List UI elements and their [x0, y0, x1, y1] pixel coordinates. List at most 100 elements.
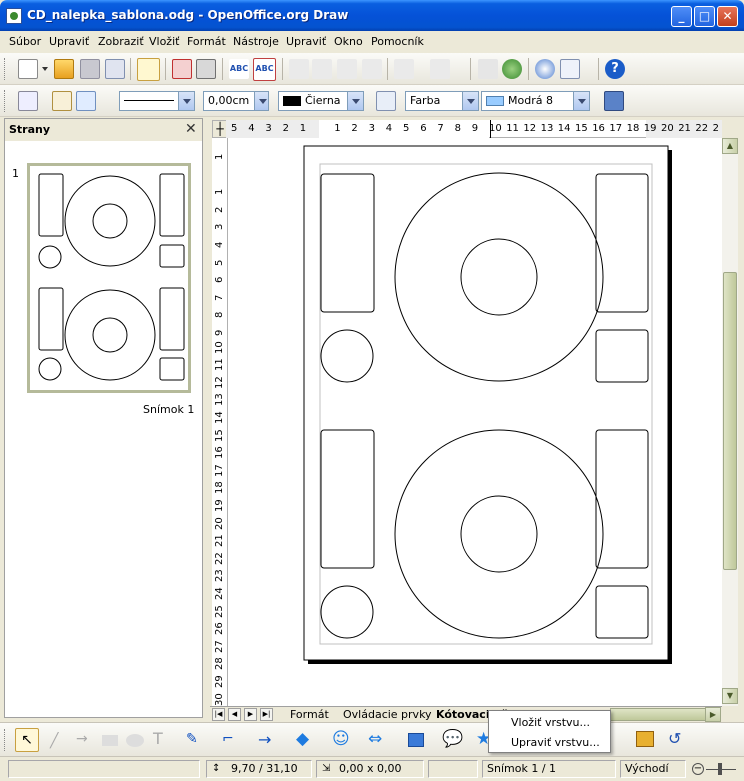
redo-icon[interactable]	[430, 59, 450, 79]
basic-shapes-icon[interactable]: ◆	[296, 729, 309, 749]
app-icon[interactable]	[6, 8, 22, 24]
scroll-down-icon[interactable]: ▼	[722, 688, 738, 704]
text-tool-icon[interactable]: T	[153, 729, 163, 748]
spin-icon[interactable]	[254, 92, 268, 110]
new-dropdown-icon[interactable]	[42, 67, 48, 71]
export-pdf-icon[interactable]	[172, 59, 192, 79]
area-color-swatch	[486, 96, 504, 106]
spellcheck-icon[interactable]: ABC	[229, 59, 249, 79]
format-paintbrush-icon[interactable]	[362, 59, 382, 79]
rectangle-tool-icon[interactable]	[102, 735, 118, 746]
help-icon[interactable]: ?	[605, 59, 625, 79]
area-color-select[interactable]: Modrá 8	[481, 91, 590, 111]
from-file-icon[interactable]	[636, 731, 654, 747]
copy-icon[interactable]	[312, 59, 332, 79]
toolbar-grip[interactable]	[4, 729, 7, 751]
connector-tool-icon[interactable]: ⌐	[222, 731, 234, 747]
close-button[interactable]: ✕	[717, 6, 738, 27]
last-tab-icon[interactable]: ▶|	[260, 708, 273, 721]
menu-tools[interactable]: Nástroje	[233, 35, 279, 48]
vertical-ruler[interactable]: 1 1 2 3 4 5 6 7 8 9 10 11 12 13 14 15 16 17 18 19 20 21 22 23 24…	[212, 138, 228, 706]
status-position[interactable]: ↕ 9,70 / 31,10	[206, 760, 312, 778]
menu-view[interactable]: Zobraziť	[98, 35, 144, 48]
styles-icon[interactable]	[18, 91, 38, 111]
chevron-down-icon[interactable]	[573, 92, 589, 110]
line-color-select[interactable]: Čierna	[278, 91, 364, 111]
zoom-slider-handle[interactable]	[718, 763, 722, 775]
menu-file[interactable]: Súbor	[9, 35, 41, 48]
status-bar: ↕ 9,70 / 31,10 ⇲ 0,00 x 0,00 Snímok 1 / …	[0, 756, 744, 781]
toolbar-grip[interactable]	[4, 90, 7, 112]
ruler-tick-label: 22	[695, 123, 709, 134]
lines-arrows-icon[interactable]: →	[258, 730, 271, 749]
undo-icon[interactable]	[394, 59, 414, 79]
modify-layer-menu-item[interactable]: Upraviť vrstvu...	[511, 736, 600, 749]
ellipse-tool-icon[interactable]	[126, 734, 144, 747]
symbol-shapes-icon[interactable]: ☺	[332, 729, 350, 749]
block-arrows-icon[interactable]: ⇔	[368, 729, 382, 749]
vertical-scrollbar[interactable]: ▲ ▼	[722, 138, 738, 706]
print-icon[interactable]	[196, 59, 216, 79]
menu-modify[interactable]: Upraviť	[286, 35, 326, 48]
chevron-down-icon[interactable]	[462, 92, 478, 110]
gallery-icon[interactable]	[502, 59, 522, 79]
cut-icon[interactable]	[289, 59, 309, 79]
line-style-select[interactable]	[119, 91, 195, 111]
open-folder-icon[interactable]	[54, 59, 74, 79]
window-title: CD_nalepka_sablona.odg - OpenOffice.org …	[27, 8, 349, 22]
zoom-out-icon[interactable]: −	[692, 763, 704, 775]
zoom-icon[interactable]	[560, 59, 580, 79]
horizontal-scroll-thumb[interactable]	[610, 708, 706, 721]
arrow-style-icon[interactable]	[76, 91, 96, 111]
drawing-toolbar: ↖ ╱ → T ✎ ⌐ → ◆ ☺ ⇔ 💬 ★ ↺	[0, 722, 744, 756]
paste-icon[interactable]	[337, 59, 357, 79]
shadow-icon[interactable]	[604, 91, 624, 111]
status-size[interactable]: ⇲ 0,00 x 0,00	[316, 760, 424, 778]
menu-window[interactable]: Okno	[334, 35, 363, 48]
status-layout[interactable]: Východí	[620, 760, 686, 778]
tab-format[interactable]: Formát	[290, 707, 329, 723]
minimize-button[interactable]: _	[671, 6, 692, 27]
line-width-field[interactable]: 0,00cm	[203, 91, 269, 111]
menu-insert[interactable]: Vložiť	[149, 35, 179, 48]
menu-edit[interactable]: Upraviť	[49, 35, 89, 48]
scroll-thumb[interactable]	[723, 272, 737, 570]
curve-tool-icon[interactable]: ✎	[186, 731, 198, 747]
chevron-down-icon[interactable]	[178, 92, 194, 110]
new-document-icon[interactable]	[18, 59, 38, 79]
chart-icon[interactable]	[478, 59, 498, 79]
area-style-select[interactable]: Farba	[405, 91, 479, 111]
scroll-right-icon[interactable]: ▶	[705, 707, 721, 722]
area-icon[interactable]	[376, 91, 396, 111]
toolbar-grip[interactable]	[4, 58, 7, 80]
maximize-button[interactable]: □	[694, 6, 715, 27]
scroll-up-icon[interactable]: ▲	[722, 138, 738, 154]
tab-controls[interactable]: Ovládacie prvky	[343, 707, 432, 723]
horizontal-ruler[interactable]: 5 4 3 2 1 1 2 3 4 5 6 7 8 9 10 11 12 13 14 15 16 17 18 19 20 21 22…	[226, 120, 722, 138]
email-icon[interactable]	[105, 59, 125, 79]
next-tab-icon[interactable]: ▶	[244, 708, 257, 721]
slide-thumbnail[interactable]	[27, 163, 191, 393]
navigator-icon[interactable]	[535, 59, 555, 79]
drawing-canvas[interactable]	[228, 138, 722, 706]
autospellcheck-icon[interactable]: ABC	[253, 58, 276, 81]
edit-file-icon[interactable]	[137, 58, 160, 81]
prev-tab-icon[interactable]: ◀	[228, 708, 241, 721]
line-tool-icon[interactable]: ╱	[50, 733, 70, 749]
save-icon[interactable]	[80, 59, 100, 79]
line-icon[interactable]	[52, 91, 72, 111]
title-bar[interactable]: CD_nalepka_sablona.odg - OpenOffice.org …	[0, 0, 744, 31]
extrusion-icon[interactable]: ↺	[668, 729, 681, 748]
ruler-tick-label: 10	[489, 123, 502, 134]
panel-close-icon[interactable]: ✕	[185, 121, 197, 137]
arrow-line-tool-icon[interactable]: →	[76, 731, 88, 747]
insert-layer-menu-item[interactable]: Vložiť vrstvu...	[511, 716, 590, 729]
callouts-icon[interactable]: 💬	[442, 729, 463, 749]
menu-format[interactable]: Formát	[187, 35, 226, 48]
status-zoom[interactable]	[428, 760, 478, 778]
chevron-down-icon[interactable]	[347, 92, 363, 110]
flowchart-icon[interactable]	[408, 733, 424, 747]
select-arrow-icon[interactable]: ↖	[15, 728, 39, 752]
first-tab-icon[interactable]: |◀	[212, 708, 225, 721]
menu-help[interactable]: Pomocník	[371, 35, 424, 48]
